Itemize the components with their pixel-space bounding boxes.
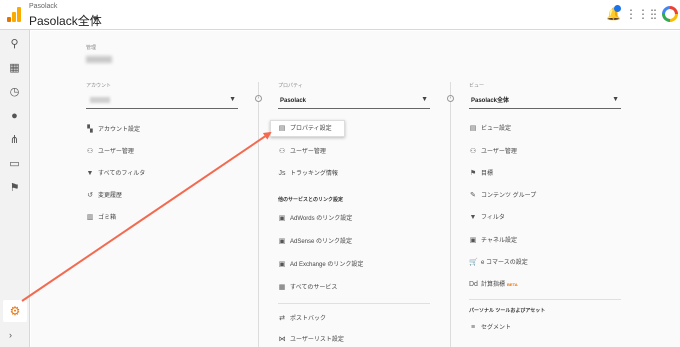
behavior-icon[interactable]: ▭ xyxy=(6,156,23,173)
userlist-icon: ⋈ xyxy=(278,336,286,343)
apps-grid-icon[interactable]: ⋮⋮⋮ xyxy=(625,7,661,21)
filter-icon: ▼ xyxy=(86,170,94,177)
column-divider xyxy=(450,82,451,347)
adsense-icon: ▣ xyxy=(278,238,286,245)
users-icon: ⚇ xyxy=(86,148,94,155)
product-name: Pasolack xyxy=(29,3,58,10)
more-vert-icon[interactable]: ⋮ xyxy=(645,7,659,21)
dropdown-caret-icon: ▼ xyxy=(229,96,236,103)
cart-icon: 🛒 xyxy=(469,259,478,266)
column-divider xyxy=(258,82,259,347)
account-dropdown[interactable]: ▼ xyxy=(86,93,238,109)
users-icon: ⚇ xyxy=(469,148,477,155)
adexchange-icon: ▣ xyxy=(278,261,286,268)
postback-icon: ⇄ xyxy=(279,315,285,322)
property-dropdown[interactable]: Pasolack ▼ xyxy=(278,93,430,109)
history-icon: ↺ xyxy=(87,192,93,199)
trash-icon: ▥ xyxy=(86,214,94,221)
account-heading: アカウント xyxy=(86,83,112,89)
account-value-blurred xyxy=(90,97,110,103)
dashboard-icon[interactable]: ▦ xyxy=(6,60,23,77)
arrow-right-icon: › xyxy=(255,95,262,102)
calc-icon: Dd xyxy=(469,281,478,288)
flag-icon[interactable]: ⚑ xyxy=(6,180,23,197)
view-dropdown[interactable]: Pasolack全体 ▼ xyxy=(469,93,621,109)
filter-icon: ▼ xyxy=(469,214,477,221)
person-icon[interactable]: ● xyxy=(6,108,23,125)
adwords-icon: ▣ xyxy=(278,215,286,222)
acquisition-icon[interactable]: ⋔ xyxy=(6,132,23,149)
property-heading: プロパティ xyxy=(278,83,303,89)
clock-icon[interactable]: ◷ xyxy=(6,84,23,101)
caret-down-icon[interactable]: ▼ xyxy=(91,14,99,23)
view-heading: ビュー xyxy=(469,83,485,89)
analytics-logo-icon[interactable] xyxy=(7,7,21,22)
dropdown-caret-icon: ▼ xyxy=(421,96,428,103)
divider xyxy=(278,303,430,304)
account-name-blurred xyxy=(86,56,112,63)
doc-icon: ▤ xyxy=(469,125,477,132)
flag-icon: ⚑ xyxy=(469,170,477,177)
notification-badge xyxy=(614,5,621,12)
segment-icon: ≡ xyxy=(470,324,476,331)
channel-icon: ▣ xyxy=(469,237,477,244)
users-icon: ⚇ xyxy=(278,148,286,155)
avatar[interactable] xyxy=(662,6,678,22)
apps-icon: ▦ xyxy=(278,284,286,291)
js-icon: Js xyxy=(278,170,286,177)
content-icon: ✎ xyxy=(470,192,476,199)
building-icon: ▚ xyxy=(87,126,93,133)
dropdown-caret-icon: ▼ xyxy=(612,96,619,103)
search-icon[interactable]: ⚲ xyxy=(6,36,23,53)
document-icon: ▤ xyxy=(278,125,286,132)
beta-badge: BETA xyxy=(507,282,518,287)
admin-label: 管理 xyxy=(86,45,97,51)
chevron-right-icon[interactable]: › xyxy=(9,330,12,340)
admin-gear-icon[interactable]: ⚙ xyxy=(3,300,27,322)
tools-section-heading: パーソナル ツールおよびアセット xyxy=(469,308,546,314)
links-section-heading: 他のサービスとのリンク設定 xyxy=(278,197,343,203)
divider xyxy=(469,299,621,300)
arrow-right-icon: › xyxy=(447,95,454,102)
app-header: Pasolack Pasolack全体 ▼ 🔔 ⋮⋮⋮ ⋮ xyxy=(0,0,680,30)
